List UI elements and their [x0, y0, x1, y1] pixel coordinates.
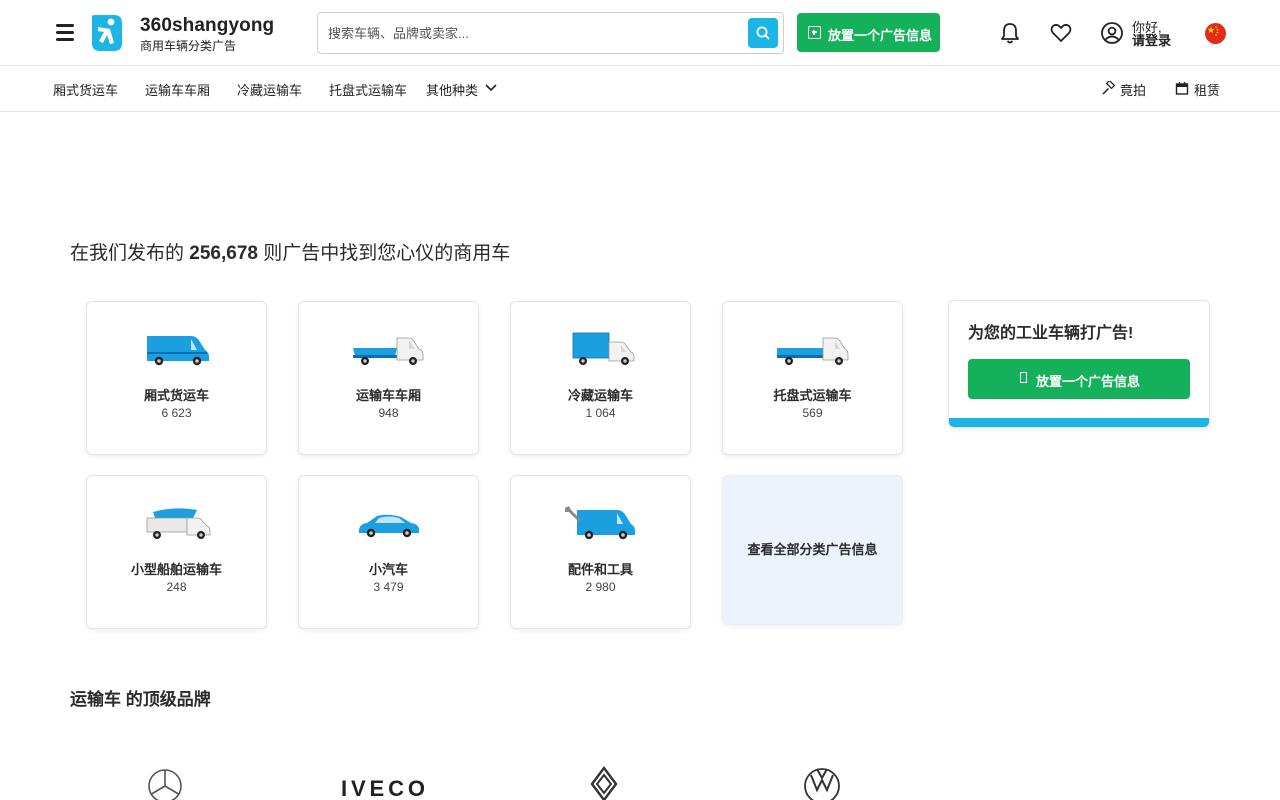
nav-item-other[interactable]: 其他种类	[426, 80, 478, 99]
bell-icon[interactable]	[997, 20, 1023, 46]
category-name: 厢式货运车	[143, 388, 209, 403]
logo-icon[interactable]	[90, 13, 124, 53]
search-button[interactable]	[748, 18, 778, 48]
iveco-logo-icon[interactable]: IVECO	[341, 778, 427, 798]
category-name: 配件和工具	[567, 562, 633, 577]
category-name: 冷藏运输车	[567, 388, 633, 403]
category-name: 小汽车	[368, 562, 408, 577]
brands-section-title: 运输车 的顶级品牌	[70, 690, 211, 709]
category-name: 运输车车厢	[355, 388, 421, 403]
category-card-refrigerated[interactable]: 冷藏运输车 1 064	[510, 301, 691, 455]
category-count: 1 064	[585, 406, 616, 420]
dropside-truck-icon	[352, 337, 423, 365]
category-name: 小型船舶运输车	[130, 562, 222, 577]
gavel-icon	[1102, 81, 1116, 95]
nav-item-transport-body[interactable]: 运输车车厢	[145, 80, 210, 99]
top-header: 360shangyong 商用车辆分类广告 放置一个广告信息 你好, 请登录	[0, 0, 1280, 66]
van-icon	[146, 336, 209, 366]
nav-item-refrigerated[interactable]: 冷藏运输车	[237, 80, 302, 99]
renault-logo-icon[interactable]	[588, 766, 620, 800]
parts-tools-icon	[564, 506, 635, 540]
boat-transporter-icon	[146, 508, 210, 539]
post-ad-label: 放置一个广告信息	[828, 28, 933, 43]
doc-icon	[1020, 372, 1027, 383]
category-card-box-van[interactable]: 厢式货运车 6 623	[86, 301, 267, 455]
nav-auction-label: 竟拍	[1120, 83, 1147, 98]
category-count: 948	[378, 406, 399, 420]
svg-text:IVECO: IVECO	[341, 778, 427, 798]
category-name: 托盘式运输车	[773, 388, 852, 403]
plus-square-icon	[808, 26, 821, 39]
promo-button-label: 放置一个广告信息	[1036, 374, 1141, 389]
heart-icon[interactable]	[1048, 20, 1074, 46]
page-headline: 在我们发布的 256,678 则广告中找到您心仪的商用车	[70, 238, 510, 265]
headline-prefix: 在我们发布的	[70, 243, 185, 264]
user-icon	[1101, 22, 1123, 44]
car-icon	[358, 514, 419, 538]
calendar-icon	[1175, 82, 1189, 95]
nav-item-flatbed[interactable]: 托盘式运输车	[329, 80, 407, 99]
menu-icon[interactable]	[52, 20, 78, 44]
login-link[interactable]: 请登录	[1132, 30, 1171, 49]
post-ad-button[interactable]: 放置一个广告信息	[797, 13, 940, 52]
search-input[interactable]	[328, 13, 743, 53]
refrigerated-truck-icon	[572, 332, 634, 365]
category-count: 6 623	[161, 406, 192, 420]
search-box	[317, 12, 784, 54]
promo-stripe	[949, 418, 1209, 427]
volkswagen-logo-icon[interactable]	[803, 766, 841, 800]
nav-auction[interactable]: 竟拍	[1101, 79, 1151, 98]
nav-item-box-van[interactable]: 厢式货运车	[53, 80, 118, 99]
china-flag-icon[interactable]	[1205, 23, 1226, 44]
category-card-flatbed[interactable]: 托盘式运输车 569	[722, 301, 903, 455]
promo-title: 为您的工业车辆打广告!	[968, 325, 1134, 342]
mercedes-logo-icon[interactable]	[147, 766, 183, 800]
promo-post-ad-button[interactable]: 放置一个广告信息	[968, 359, 1190, 399]
category-nav: 厢式货运车 运输车车厢 冷藏运输车 托盘式运输车 其他种类 竟拍 租赁	[0, 66, 1280, 112]
headline-suffix: 则广告中找到您心仪的商用车	[263, 243, 511, 264]
logo-tagline: 商用车辆分类广告	[140, 39, 237, 53]
category-card-boat-transporter[interactable]: 小型船舶运输车 248	[86, 475, 267, 629]
category-count: 569	[802, 406, 823, 420]
advertise-promo-box: 为您的工业车辆打广告! 放置一个广告信息	[948, 300, 1210, 428]
category-count: 248	[166, 580, 187, 594]
category-count: 3 479	[373, 580, 404, 594]
category-card-transport-body[interactable]: 运输车车厢 948	[298, 301, 479, 455]
view-all-label: 查看全部分类广告信息	[747, 542, 878, 557]
user-login-area[interactable]: 你好, 请登录	[1100, 17, 1180, 49]
search-icon	[756, 26, 770, 40]
nav-rental[interactable]: 租赁	[1175, 79, 1225, 98]
category-count: 2 980	[585, 580, 616, 594]
category-card-parts-tools[interactable]: 配件和工具 2 980	[510, 475, 691, 629]
nav-rental-label: 租赁	[1194, 83, 1221, 98]
logo-name[interactable]: 360shangyong	[140, 15, 274, 37]
chevron-down-icon[interactable]	[484, 83, 498, 93]
category-card-car[interactable]: 小汽车 3 479	[298, 475, 479, 629]
flatbed-truck-icon	[776, 337, 848, 365]
headline-count: 256,678	[189, 243, 258, 264]
view-all-categories-card[interactable]: 查看全部分类广告信息	[722, 475, 903, 625]
